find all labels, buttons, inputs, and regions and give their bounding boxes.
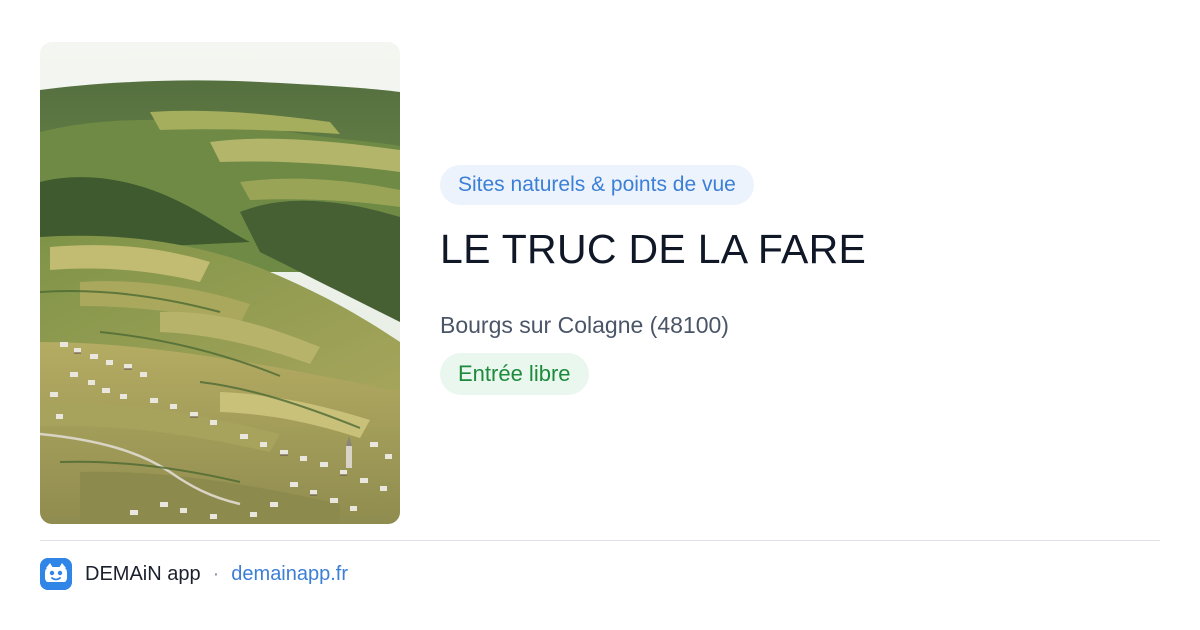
place-location: Bourgs sur Colagne (48100): [440, 312, 729, 339]
footer-divider: [40, 540, 1160, 541]
place-photo: [40, 42, 400, 524]
demain-app-logo-icon: [40, 558, 72, 590]
category-badge[interactable]: Sites naturels & points de vue: [440, 165, 754, 205]
footer: DEMAiN app · demainapp.fr: [40, 557, 348, 591]
access-badge: Entrée libre: [440, 353, 589, 396]
place-title: LE TRUC DE LA FARE: [440, 226, 867, 272]
footer-separator: ·: [212, 562, 220, 585]
place-info: Sites naturels & points de vue LE TRUC D…: [440, 165, 1160, 396]
share-card: Sites naturels & points de vue LE TRUC D…: [0, 0, 1200, 630]
app-name: DEMAiN app: [85, 562, 201, 585]
app-url-link[interactable]: demainapp.fr: [231, 563, 348, 586]
